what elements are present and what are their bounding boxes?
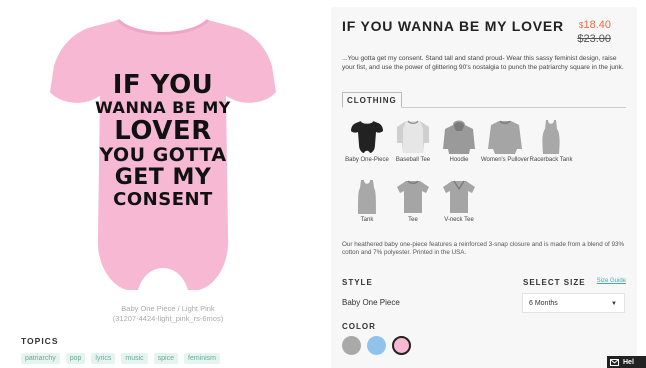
tab-clothing[interactable]: CLOTHING [342, 92, 402, 108]
color-swatch-heather-grey[interactable] [342, 336, 361, 355]
style-option-tank[interactable]: Tank [342, 179, 392, 224]
baseball-tee-icon [397, 120, 429, 153]
style-option-hoodie[interactable]: Hoodie [434, 119, 484, 164]
original-price: $23.00 [577, 33, 611, 45]
style-label: Women's Pullover [480, 157, 530, 163]
topic-tag[interactable]: patriarchy [21, 353, 60, 364]
product-image: IF YOU WANNA BE MY LOVER YOU GOTTA GET M… [48, 6, 278, 296]
style-option-vneck-tee[interactable]: V-neck Tee [434, 179, 484, 224]
print-line: GET MY [114, 165, 212, 190]
caption-sku: (31207-4424-light_pink_rs-6mos) [112, 314, 224, 323]
style-option-baseball-tee[interactable]: Baseball Tee [388, 119, 438, 164]
style-label: V-neck Tee [444, 217, 474, 223]
topics-heading: TOPICS [21, 336, 59, 346]
caption-style: Baby One Piece / Light Pink [121, 304, 215, 313]
racerback-icon [542, 120, 560, 154]
print-line: LOVER [114, 116, 212, 146]
tank-icon [358, 180, 376, 214]
tee-icon [397, 180, 429, 213]
topic-tag[interactable]: music [121, 353, 148, 364]
topic-tags: patriarchy pop lyrics music spice femini… [21, 353, 221, 364]
mail-icon [610, 358, 619, 366]
style-label: Racerback Tank [529, 157, 573, 163]
current-price: $18.40 [579, 19, 611, 31]
style-label: Tee [408, 217, 418, 223]
tab-bar: CLOTHING [342, 92, 626, 108]
style-heading: STYLE [342, 278, 373, 287]
topic-tag[interactable]: spice [153, 353, 178, 364]
product-description: ...You gotta get my consent. Stand tall … [342, 55, 624, 71]
color-swatch-light-blue[interactable] [367, 336, 386, 355]
size-heading: SELECT SIZE [523, 278, 586, 287]
style-label: Baby One-Piece [345, 157, 389, 163]
vneck-icon [443, 180, 475, 213]
style-label: Hoodie [449, 157, 469, 163]
style-option-baby-onepiece[interactable]: Baby One-Piece [342, 119, 392, 164]
product-print-text: IF YOU WANNA BE MY LOVER YOU GOTTA GET M… [48, 72, 278, 209]
style-label: Tank [360, 217, 374, 223]
size-guide-link[interactable]: Size Guide [597, 278, 626, 284]
product-detail-panel: IF YOU WANNA BE MY LOVER $18.40 $23.00 .… [331, 7, 637, 368]
help-button[interactable]: Hel [607, 356, 646, 368]
selected-style: Baby One Piece [342, 298, 400, 307]
chevron-down-icon: ▼ [611, 301, 617, 307]
help-label: Hel [623, 358, 634, 366]
print-line: IF YOU [112, 70, 214, 100]
style-label: Baseball Tee [395, 157, 431, 163]
size-select-value: 6 Months [529, 300, 558, 307]
product-title: IF YOU WANNA BE MY LOVER [342, 18, 564, 34]
pullover-icon [488, 120, 522, 154]
baby-onepiece-icon [351, 120, 383, 153]
product-image-column: IF YOU WANNA BE MY LOVER YOU GOTTA GET M… [0, 0, 330, 368]
color-swatches [342, 336, 411, 355]
print-line: CONSENT [113, 189, 213, 210]
print-line: YOU GOTTA [99, 144, 227, 166]
topic-tag[interactable]: lyrics [91, 353, 116, 364]
style-option-racerback-tank[interactable]: Racerback Tank [526, 119, 576, 164]
topic-tag[interactable]: pop [65, 353, 86, 364]
color-swatch-light-pink[interactable] [392, 336, 411, 355]
hoodie-icon [443, 120, 475, 154]
size-select[interactable]: 6 Months ▼ [522, 293, 625, 313]
current-price-value: 18.40 [583, 19, 611, 31]
print-line: WANNA BE MY [95, 98, 231, 117]
topic-tag[interactable]: feminism [184, 353, 221, 364]
style-option-womens-pullover[interactable]: Women's Pullover [480, 119, 530, 164]
color-heading: COLOR [342, 322, 376, 331]
style-option-tee[interactable]: Tee [388, 179, 438, 224]
product-caption: Baby One Piece / Light Pink (31207-4424-… [0, 304, 336, 324]
product-info: Our heathered baby one-piece features a … [342, 241, 625, 256]
